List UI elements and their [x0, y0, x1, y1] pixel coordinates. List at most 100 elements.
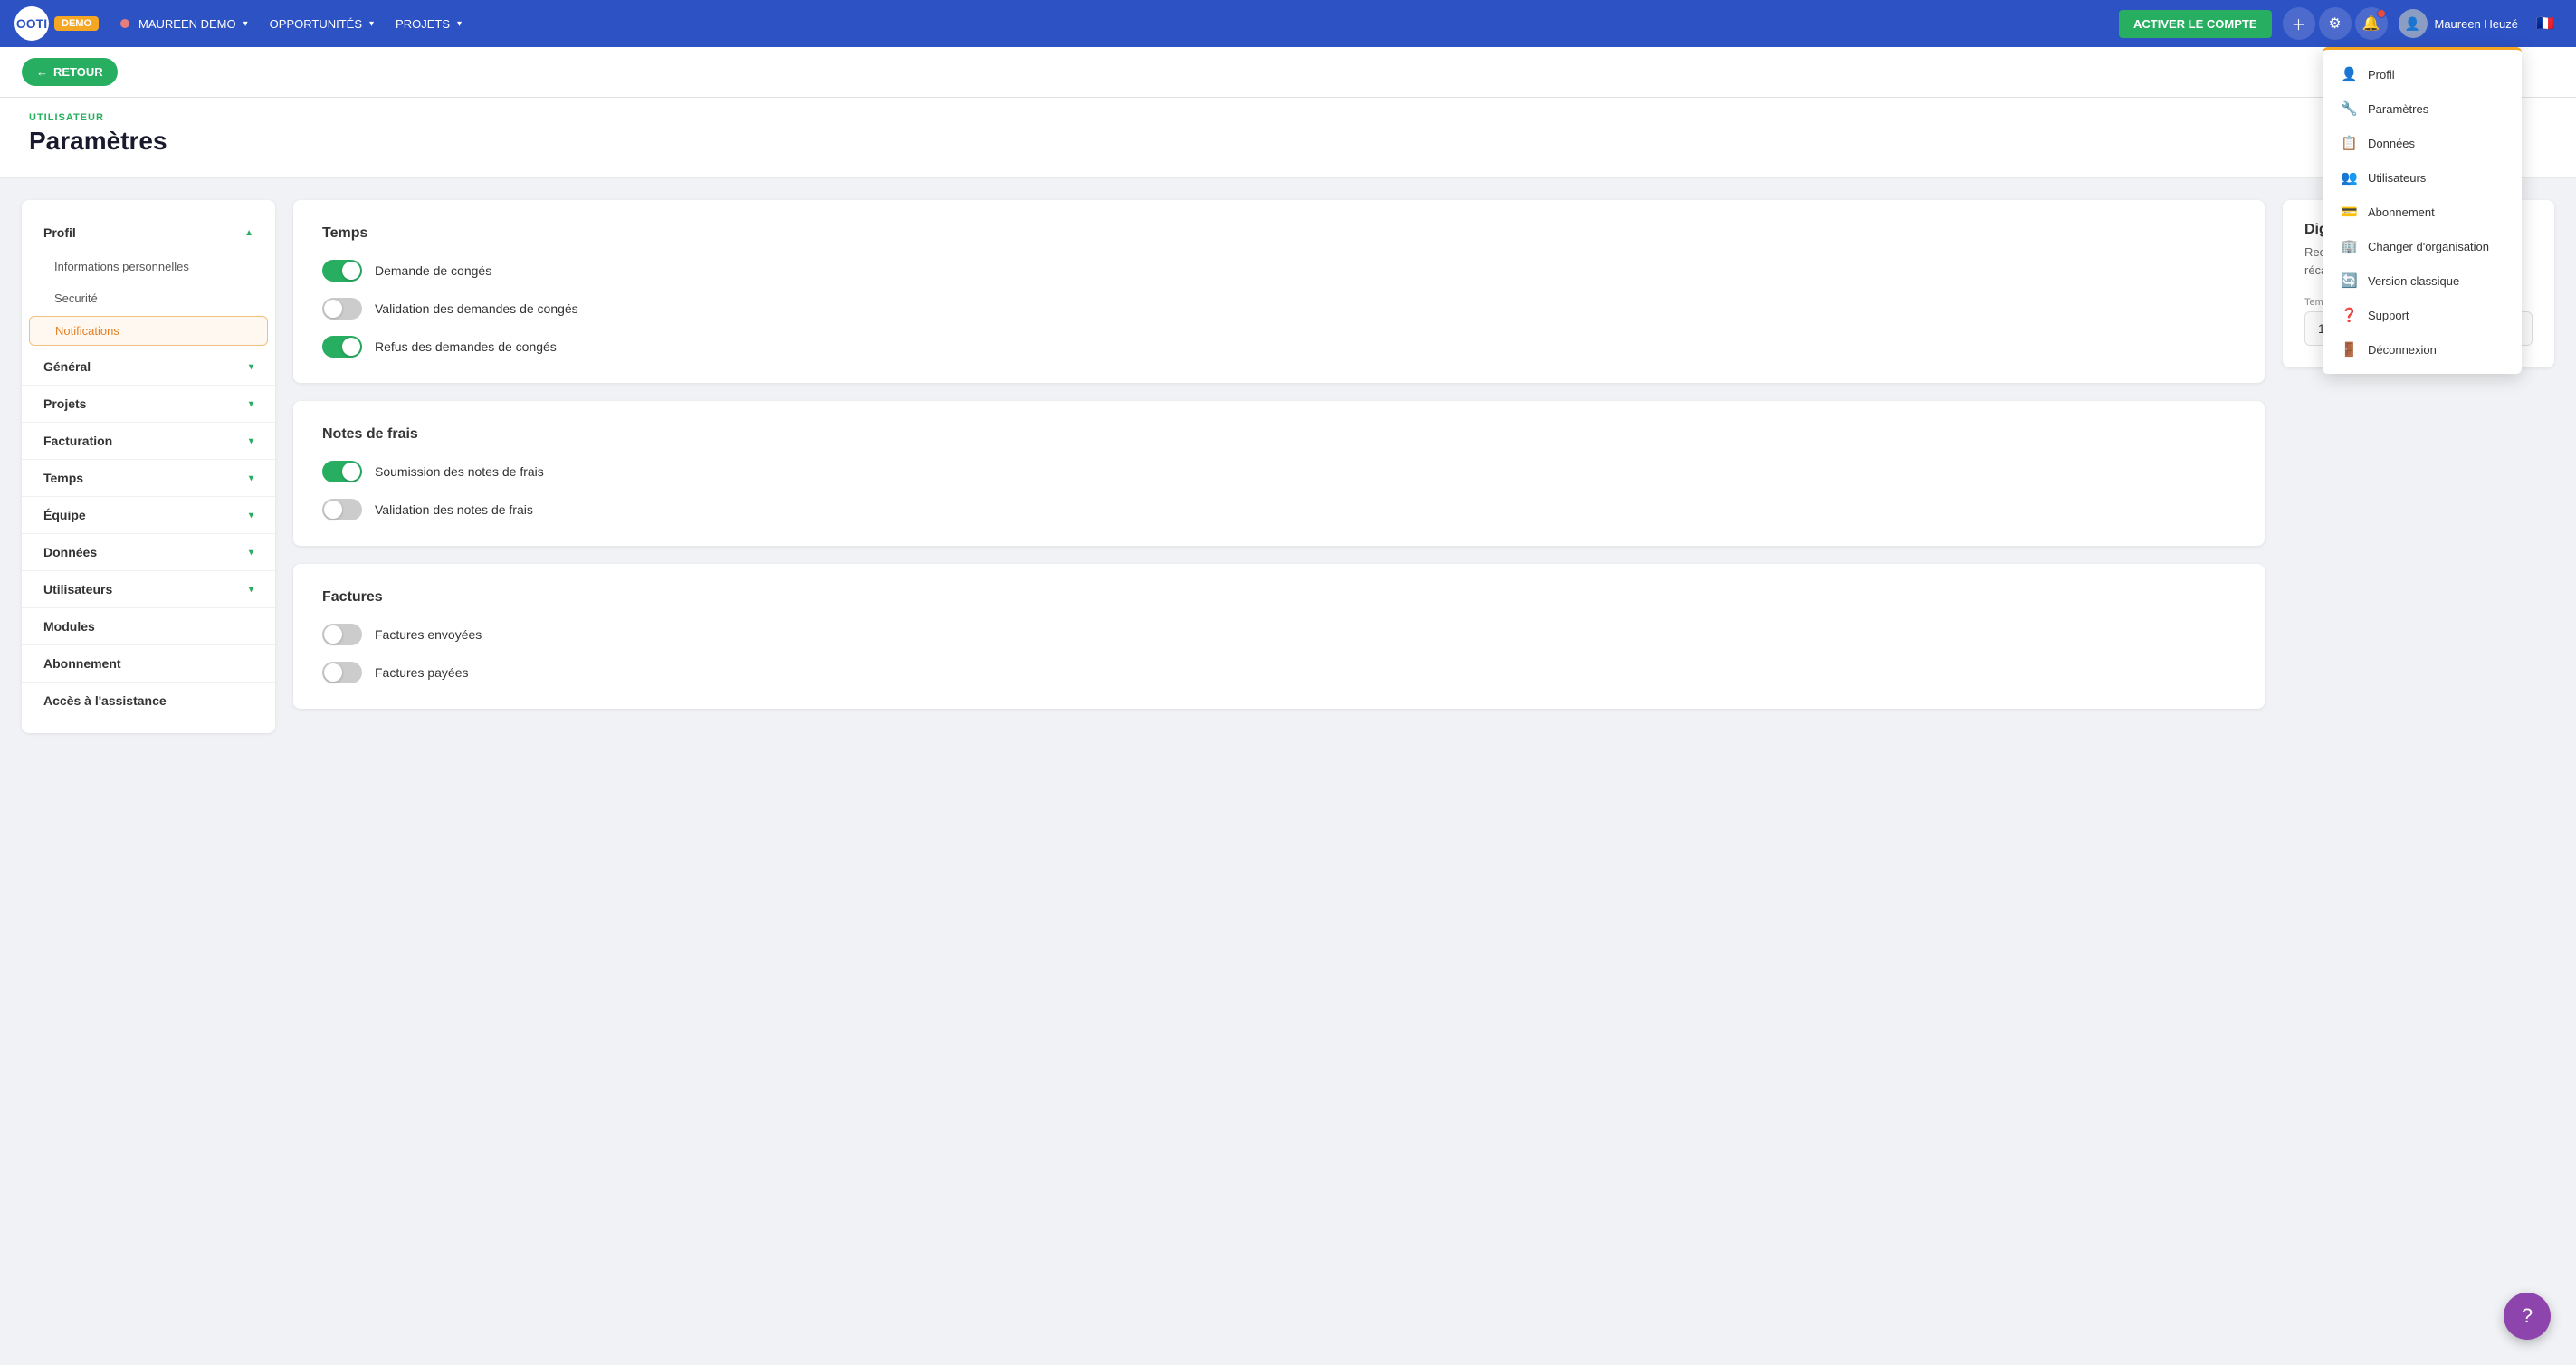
sidebar-item-informations-personnelles[interactable]: Informations personnelles	[22, 251, 275, 282]
toggle-knob	[342, 463, 360, 481]
data-icon: 📋	[2341, 135, 2357, 151]
user-menu-button[interactable]: 👤 Maureen Heuzé	[2391, 9, 2526, 38]
temps-card: Temps Demande de congés Validation des d…	[293, 200, 2265, 383]
card-icon: 💳	[2341, 204, 2357, 220]
sidebar-item-utilisateurs[interactable]: Utilisateurs ▾	[22, 571, 275, 607]
sidebar-section-projets: Projets ▾	[22, 386, 275, 423]
sidebar-section-abonnement: Abonnement	[22, 645, 275, 682]
toggle-refus-conges-label: Refus des demandes de congés	[375, 339, 557, 354]
chevron-down-icon: ▾	[243, 19, 248, 29]
nav-item-team[interactable]: MAUREEN DEMO ▾	[110, 0, 259, 47]
sidebar-item-abonnement[interactable]: Abonnement	[22, 645, 275, 682]
notifications-button[interactable]: 🔔	[2355, 7, 2388, 40]
toggle-validation-notes-label: Validation des notes de frais	[375, 502, 533, 517]
dropdown-item-version-classique[interactable]: 🔄 Version classique	[2323, 263, 2522, 298]
logout-icon: 🚪	[2341, 341, 2357, 358]
sidebar-item-facturation[interactable]: Facturation ▾	[22, 423, 275, 459]
avatar-icon: 👤	[2405, 16, 2420, 32]
toggle-factures-payees-label: Factures payées	[375, 665, 469, 680]
sidebar-section-temps: Temps ▾	[22, 460, 275, 497]
chevron-down-icon: ▾	[249, 585, 253, 595]
factures-card-title: Factures	[322, 589, 2236, 606]
wrench-icon: 🔧	[2341, 100, 2357, 117]
page-header: UTILISATEUR Paramètres	[0, 98, 2576, 178]
sidebar-section-general: Général ▾	[22, 348, 275, 386]
sidebar-section-header-profil[interactable]: Profil ▲	[22, 215, 275, 251]
sidebar-item-acces-assistance[interactable]: Accès à l'assistance	[22, 682, 275, 719]
breadcrumb: UTILISATEUR	[29, 112, 2547, 123]
toggle-validation-conges-label: Validation des demandes de congés	[375, 301, 578, 316]
toggle-knob	[324, 625, 342, 644]
dropdown-item-deconnexion[interactable]: 🚪 Déconnexion	[2323, 332, 2522, 367]
plus-icon: ＋	[2291, 13, 2305, 34]
toggle-validation-notes-switch[interactable]	[322, 499, 362, 520]
logo[interactable]: OOTI DEMO	[14, 6, 99, 41]
factures-card: Factures Factures envoyées Factures payé…	[293, 564, 2265, 709]
add-button[interactable]: ＋	[2283, 7, 2315, 40]
toggle-validation-conges-switch[interactable]	[322, 298, 362, 320]
avatar: 👤	[2399, 9, 2428, 38]
toggle-factures-envoyees-label: Factures envoyées	[375, 627, 482, 642]
sidebar-section-donnees: Données ▾	[22, 534, 275, 571]
sidebar: Profil ▲ Informations personnelles Secur…	[22, 200, 275, 733]
chevron-down-icon: ▾	[249, 436, 253, 446]
building-icon: 🏢	[2341, 238, 2357, 254]
sidebar-item-modules[interactable]: Modules	[22, 608, 275, 644]
toggle-soumission-notes: Soumission des notes de frais	[322, 461, 2236, 482]
notification-badge	[2377, 9, 2386, 18]
sidebar-section-facturation: Facturation ▾	[22, 423, 275, 460]
notes-frais-card: Notes de frais Soumission des notes de f…	[293, 401, 2265, 546]
toggle-knob	[342, 338, 360, 356]
help-fab-button[interactable]: ?	[2504, 1293, 2551, 1340]
dropdown-item-utilisateurs[interactable]: 👥 Utilisateurs	[2323, 160, 2522, 195]
flag-icon[interactable]: 🇫🇷	[2529, 7, 2562, 40]
dropdown-item-profil[interactable]: 👤 Profil	[2323, 57, 2522, 91]
dropdown-item-changer-organisation[interactable]: 🏢 Changer d'organisation	[2323, 229, 2522, 263]
toggle-knob	[324, 501, 342, 519]
bell-icon: 🔔	[2362, 14, 2380, 33]
temps-card-title: Temps	[322, 225, 2236, 242]
notes-frais-card-title: Notes de frais	[322, 426, 2236, 443]
dropdown-item-parametres[interactable]: 🔧 Paramètres	[2323, 91, 2522, 126]
chevron-up-icon: ▲	[244, 228, 253, 238]
sidebar-item-general[interactable]: Général ▾	[22, 348, 275, 385]
sidebar-item-donnees[interactable]: Données ▾	[22, 534, 275, 570]
toggle-soumission-notes-label: Soumission des notes de frais	[375, 464, 544, 479]
chevron-down-icon: ▾	[457, 19, 462, 29]
toggle-factures-envoyees-switch[interactable]	[322, 624, 362, 645]
demo-badge: DEMO	[54, 16, 99, 31]
toggle-factures-payees-switch[interactable]	[322, 662, 362, 683]
sidebar-item-temps[interactable]: Temps ▾	[22, 460, 275, 496]
sidebar-item-projets[interactable]: Projets ▾	[22, 386, 275, 422]
sidebar-item-notifications[interactable]: Notifications	[29, 316, 268, 346]
dropdown-item-abonnement[interactable]: 💳 Abonnement	[2323, 195, 2522, 229]
toggle-soumission-notes-switch[interactable]	[322, 461, 362, 482]
chevron-down-icon: ▾	[249, 473, 253, 483]
main-layout: Profil ▲ Informations personnelles Secur…	[0, 178, 2576, 755]
toggle-demande-conges-label: Demande de congés	[375, 263, 491, 278]
sidebar-item-securite[interactable]: Securité	[22, 282, 275, 314]
activate-account-button[interactable]: ACTIVER LE COMPTE	[2119, 10, 2272, 38]
toggle-factures-payees: Factures payées	[322, 662, 2236, 683]
refresh-icon: 🔄	[2341, 272, 2357, 289]
sidebar-item-equipe[interactable]: Équipe ▾	[22, 497, 275, 533]
chevron-down-icon: ▾	[249, 511, 253, 520]
dropdown-item-support[interactable]: ❓ Support	[2323, 298, 2522, 332]
settings-button[interactable]: ⚙	[2319, 7, 2352, 40]
nav-item-projects[interactable]: PROJETS ▾	[385, 0, 472, 47]
chevron-down-icon: ▾	[249, 548, 253, 558]
toggle-knob	[324, 663, 342, 682]
sidebar-section-equipe: Équipe ▾	[22, 497, 275, 534]
toggle-demande-conges-switch[interactable]	[322, 260, 362, 282]
help-icon: ❓	[2341, 307, 2357, 323]
nav-item-opportunities[interactable]: OPPORTUNITÉS ▾	[259, 0, 385, 47]
back-button[interactable]: ← RETOUR	[22, 58, 118, 86]
toggle-refus-conges-switch[interactable]	[322, 336, 362, 358]
dropdown-item-donnees[interactable]: 📋 Données	[2323, 126, 2522, 160]
content-area: Temps Demande de congés Validation des d…	[293, 200, 2265, 709]
user-dropdown-menu: 👤 Profil 🔧 Paramètres 📋 Données 👥 Utilis…	[2323, 47, 2522, 374]
question-icon: ?	[2522, 1304, 2533, 1328]
logo-icon: OOTI	[14, 6, 49, 41]
person-icon: 👤	[2341, 66, 2357, 82]
chevron-down-icon: ▾	[249, 399, 253, 409]
